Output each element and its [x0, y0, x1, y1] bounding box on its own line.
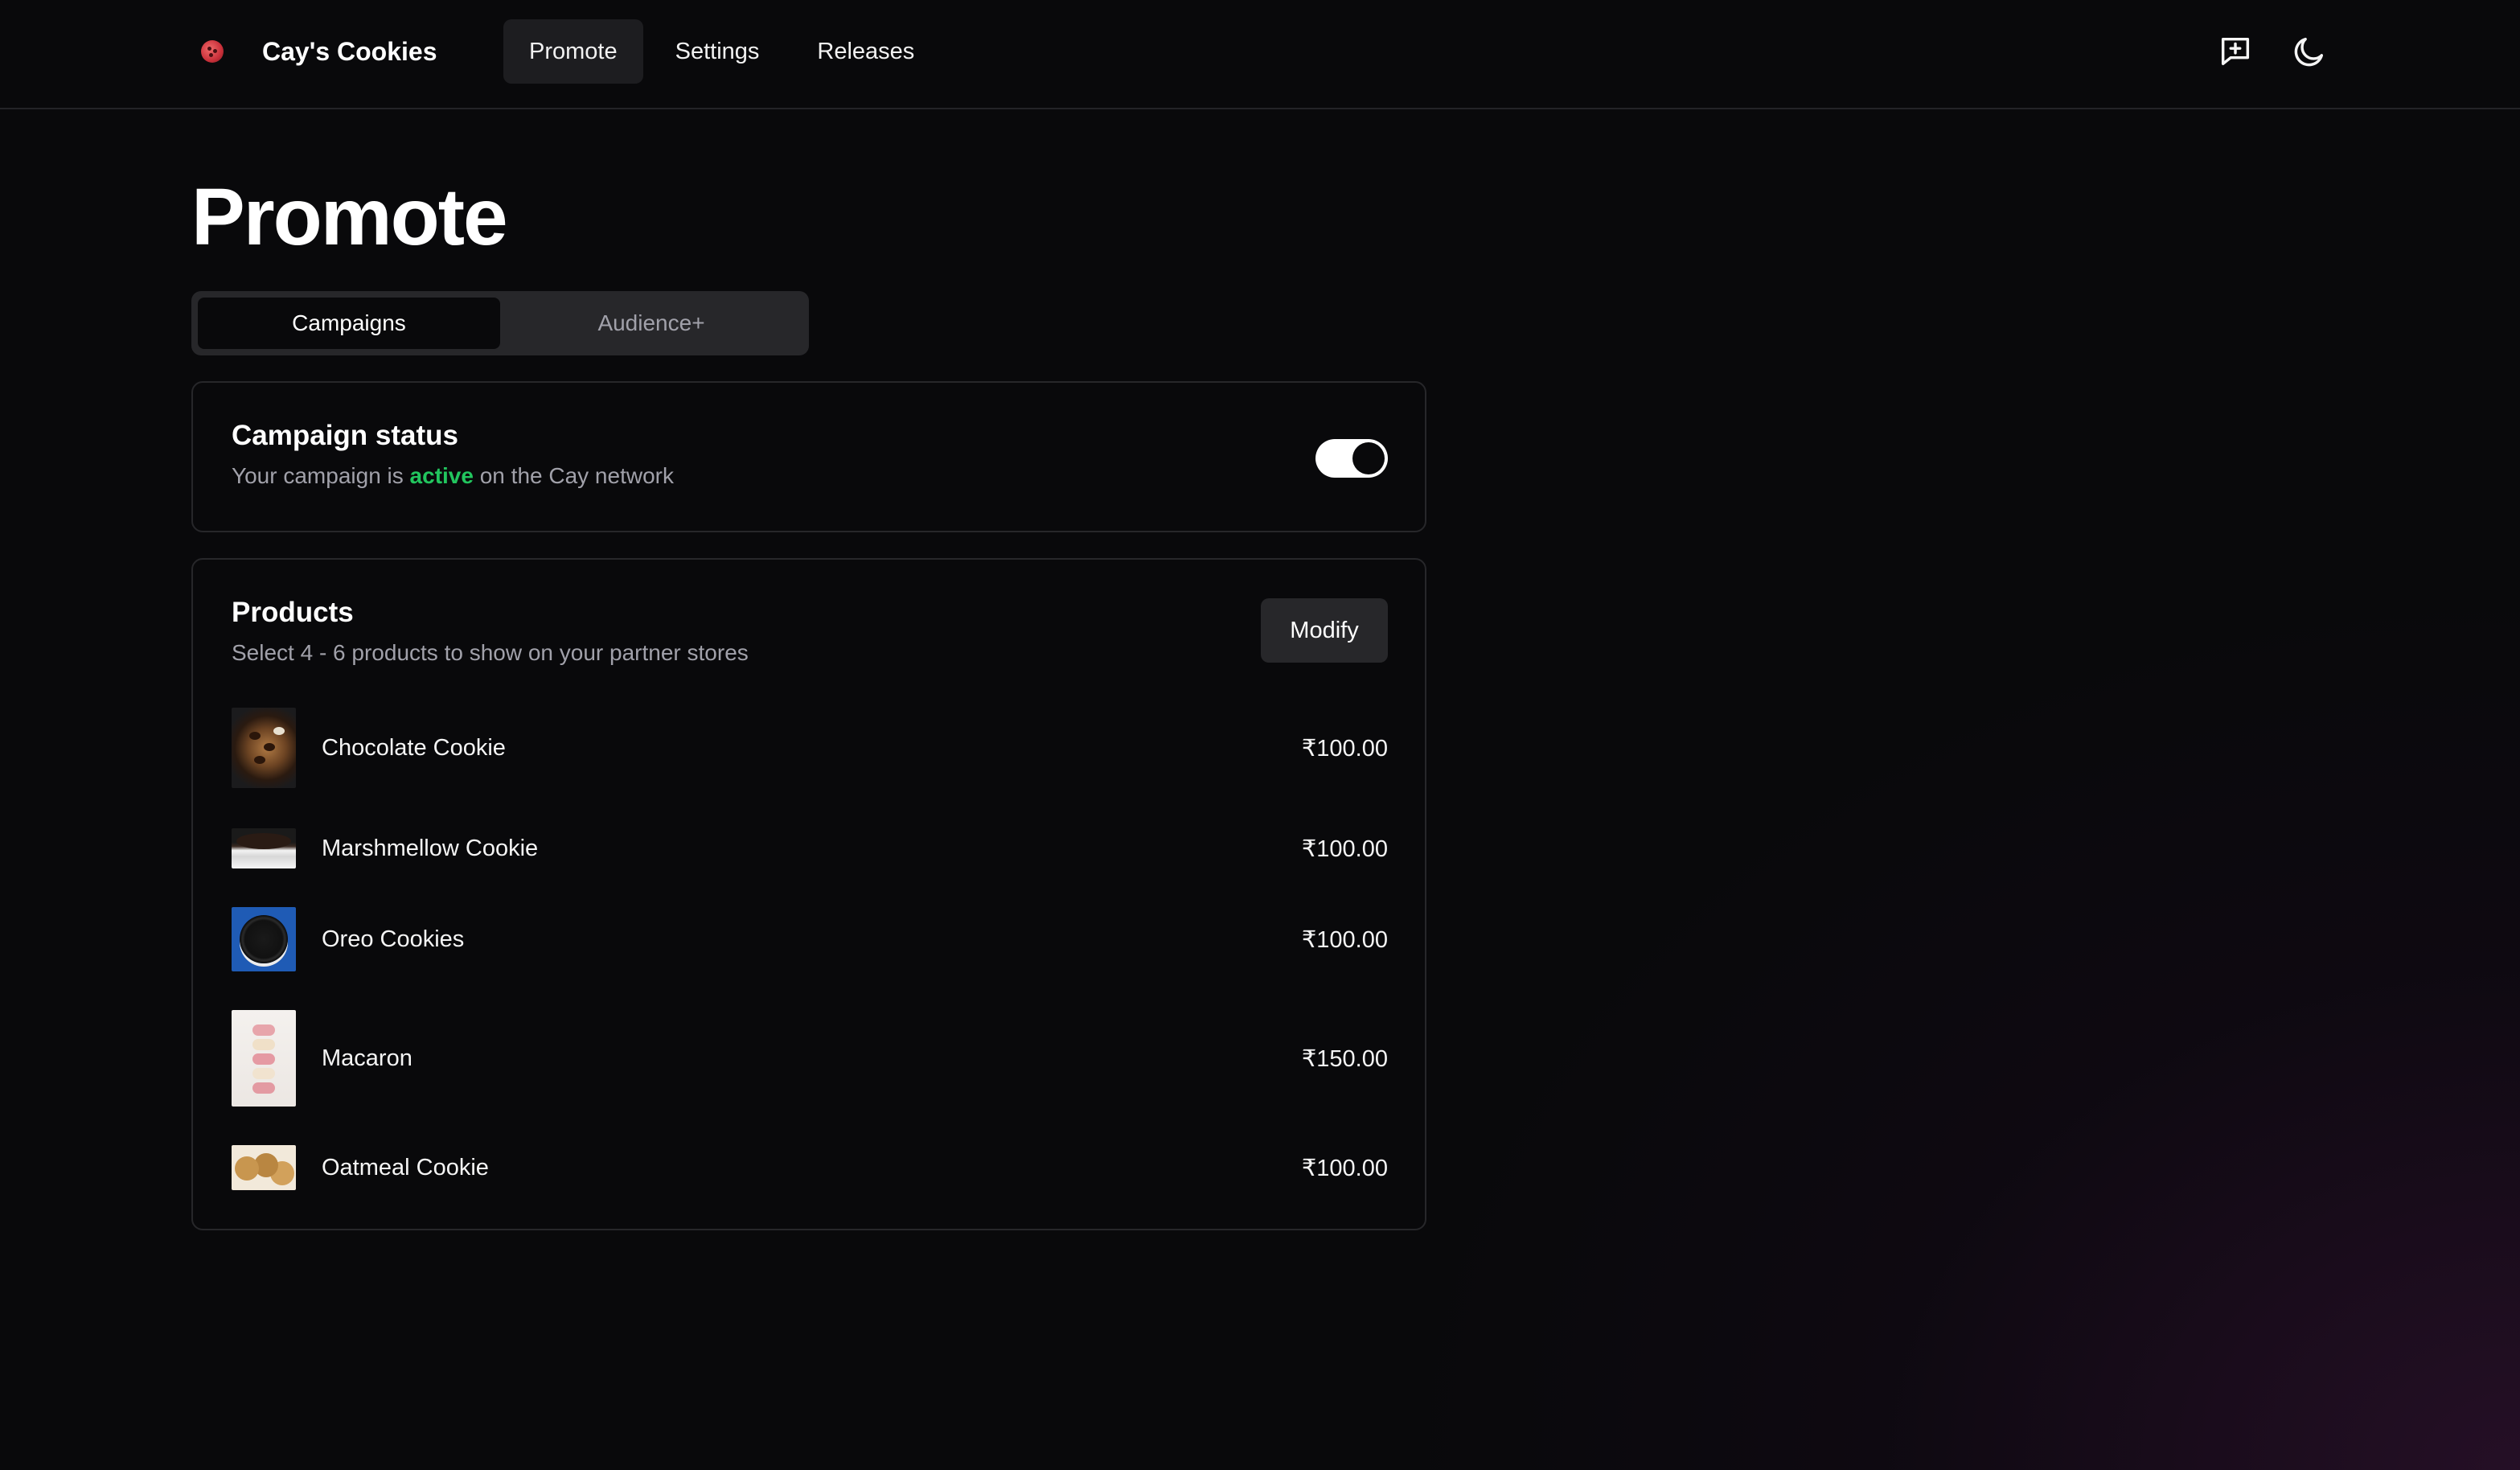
product-price: ₹100.00 — [1301, 735, 1388, 762]
feedback-icon — [2221, 37, 2250, 66]
campaign-status-toggle[interactable] — [1315, 439, 1388, 478]
modify-button[interactable]: Modify — [1261, 598, 1388, 663]
theme-toggle-button[interactable] — [2290, 32, 2329, 71]
product-thumbnail — [232, 1010, 296, 1107]
list-item[interactable]: Oreo Cookies ₹100.00 — [232, 907, 1388, 971]
toggle-knob — [1352, 442, 1385, 474]
product-name: Oatmeal Cookie — [322, 1154, 489, 1181]
top-bar: Cay's Cookies Promote Settings Releases — [0, 0, 2520, 109]
product-thumbnail — [232, 708, 296, 788]
page-title: Promote — [191, 172, 508, 262]
product-price: ₹100.00 — [1301, 926, 1388, 953]
tab-bar: Campaigns Audience+ — [191, 291, 809, 355]
header-actions — [2216, 32, 2329, 71]
products-title: Products — [232, 597, 354, 628]
brand[interactable]: Cay's Cookies — [201, 35, 437, 68]
nav-item-settings[interactable]: Settings — [650, 19, 786, 84]
product-thumbnail — [232, 1145, 296, 1190]
products-subtitle: Select 4 - 6 products to show on your pa… — [232, 640, 749, 665]
product-name: Marshmellow Cookie — [322, 835, 539, 861]
list-item[interactable]: Chocolate Cookie ₹100.00 — [232, 708, 1388, 788]
products-card: Products Select 4 - 6 products to show o… — [191, 558, 1426, 1230]
campaign-status-title: Campaign status — [232, 420, 458, 451]
product-name: Macaron — [322, 1045, 412, 1071]
status-suffix: on the Cay network — [479, 463, 674, 488]
campaign-status-text: Your campaign is active on the Cay netwo… — [232, 463, 674, 489]
nav-item-promote[interactable]: Promote — [503, 19, 643, 84]
feedback-button[interactable] — [2216, 32, 2255, 71]
top-nav: Promote Settings Releases — [503, 19, 940, 84]
status-prefix: Your campaign is — [232, 463, 404, 488]
product-name: Oreo Cookies — [322, 926, 465, 952]
product-name: Chocolate Cookie — [322, 734, 506, 761]
product-price: ₹100.00 — [1301, 1155, 1388, 1181]
product-price: ₹100.00 — [1301, 836, 1388, 862]
tab-audience-plus[interactable]: Audience+ — [500, 298, 802, 349]
product-thumbnail — [232, 828, 296, 868]
tab-campaigns[interactable]: Campaigns — [198, 298, 500, 349]
brand-name: Cay's Cookies — [262, 36, 437, 66]
cookie-logo-icon — [201, 40, 224, 63]
list-item[interactable]: Oatmeal Cookie ₹100.00 — [232, 1145, 1388, 1190]
background-glow — [1394, 585, 2520, 1470]
nav-item-releases[interactable]: Releases — [791, 19, 940, 84]
campaign-status-card: Campaign status Your campaign is active … — [191, 381, 1426, 532]
moon-icon — [2294, 37, 2324, 67]
list-item[interactable]: Marshmellow Cookie ₹100.00 — [232, 828, 1388, 868]
list-item[interactable]: Macaron ₹150.00 — [232, 1010, 1388, 1107]
product-price: ₹150.00 — [1301, 1045, 1388, 1072]
status-badge: active — [409, 463, 474, 488]
product-thumbnail — [232, 907, 296, 971]
